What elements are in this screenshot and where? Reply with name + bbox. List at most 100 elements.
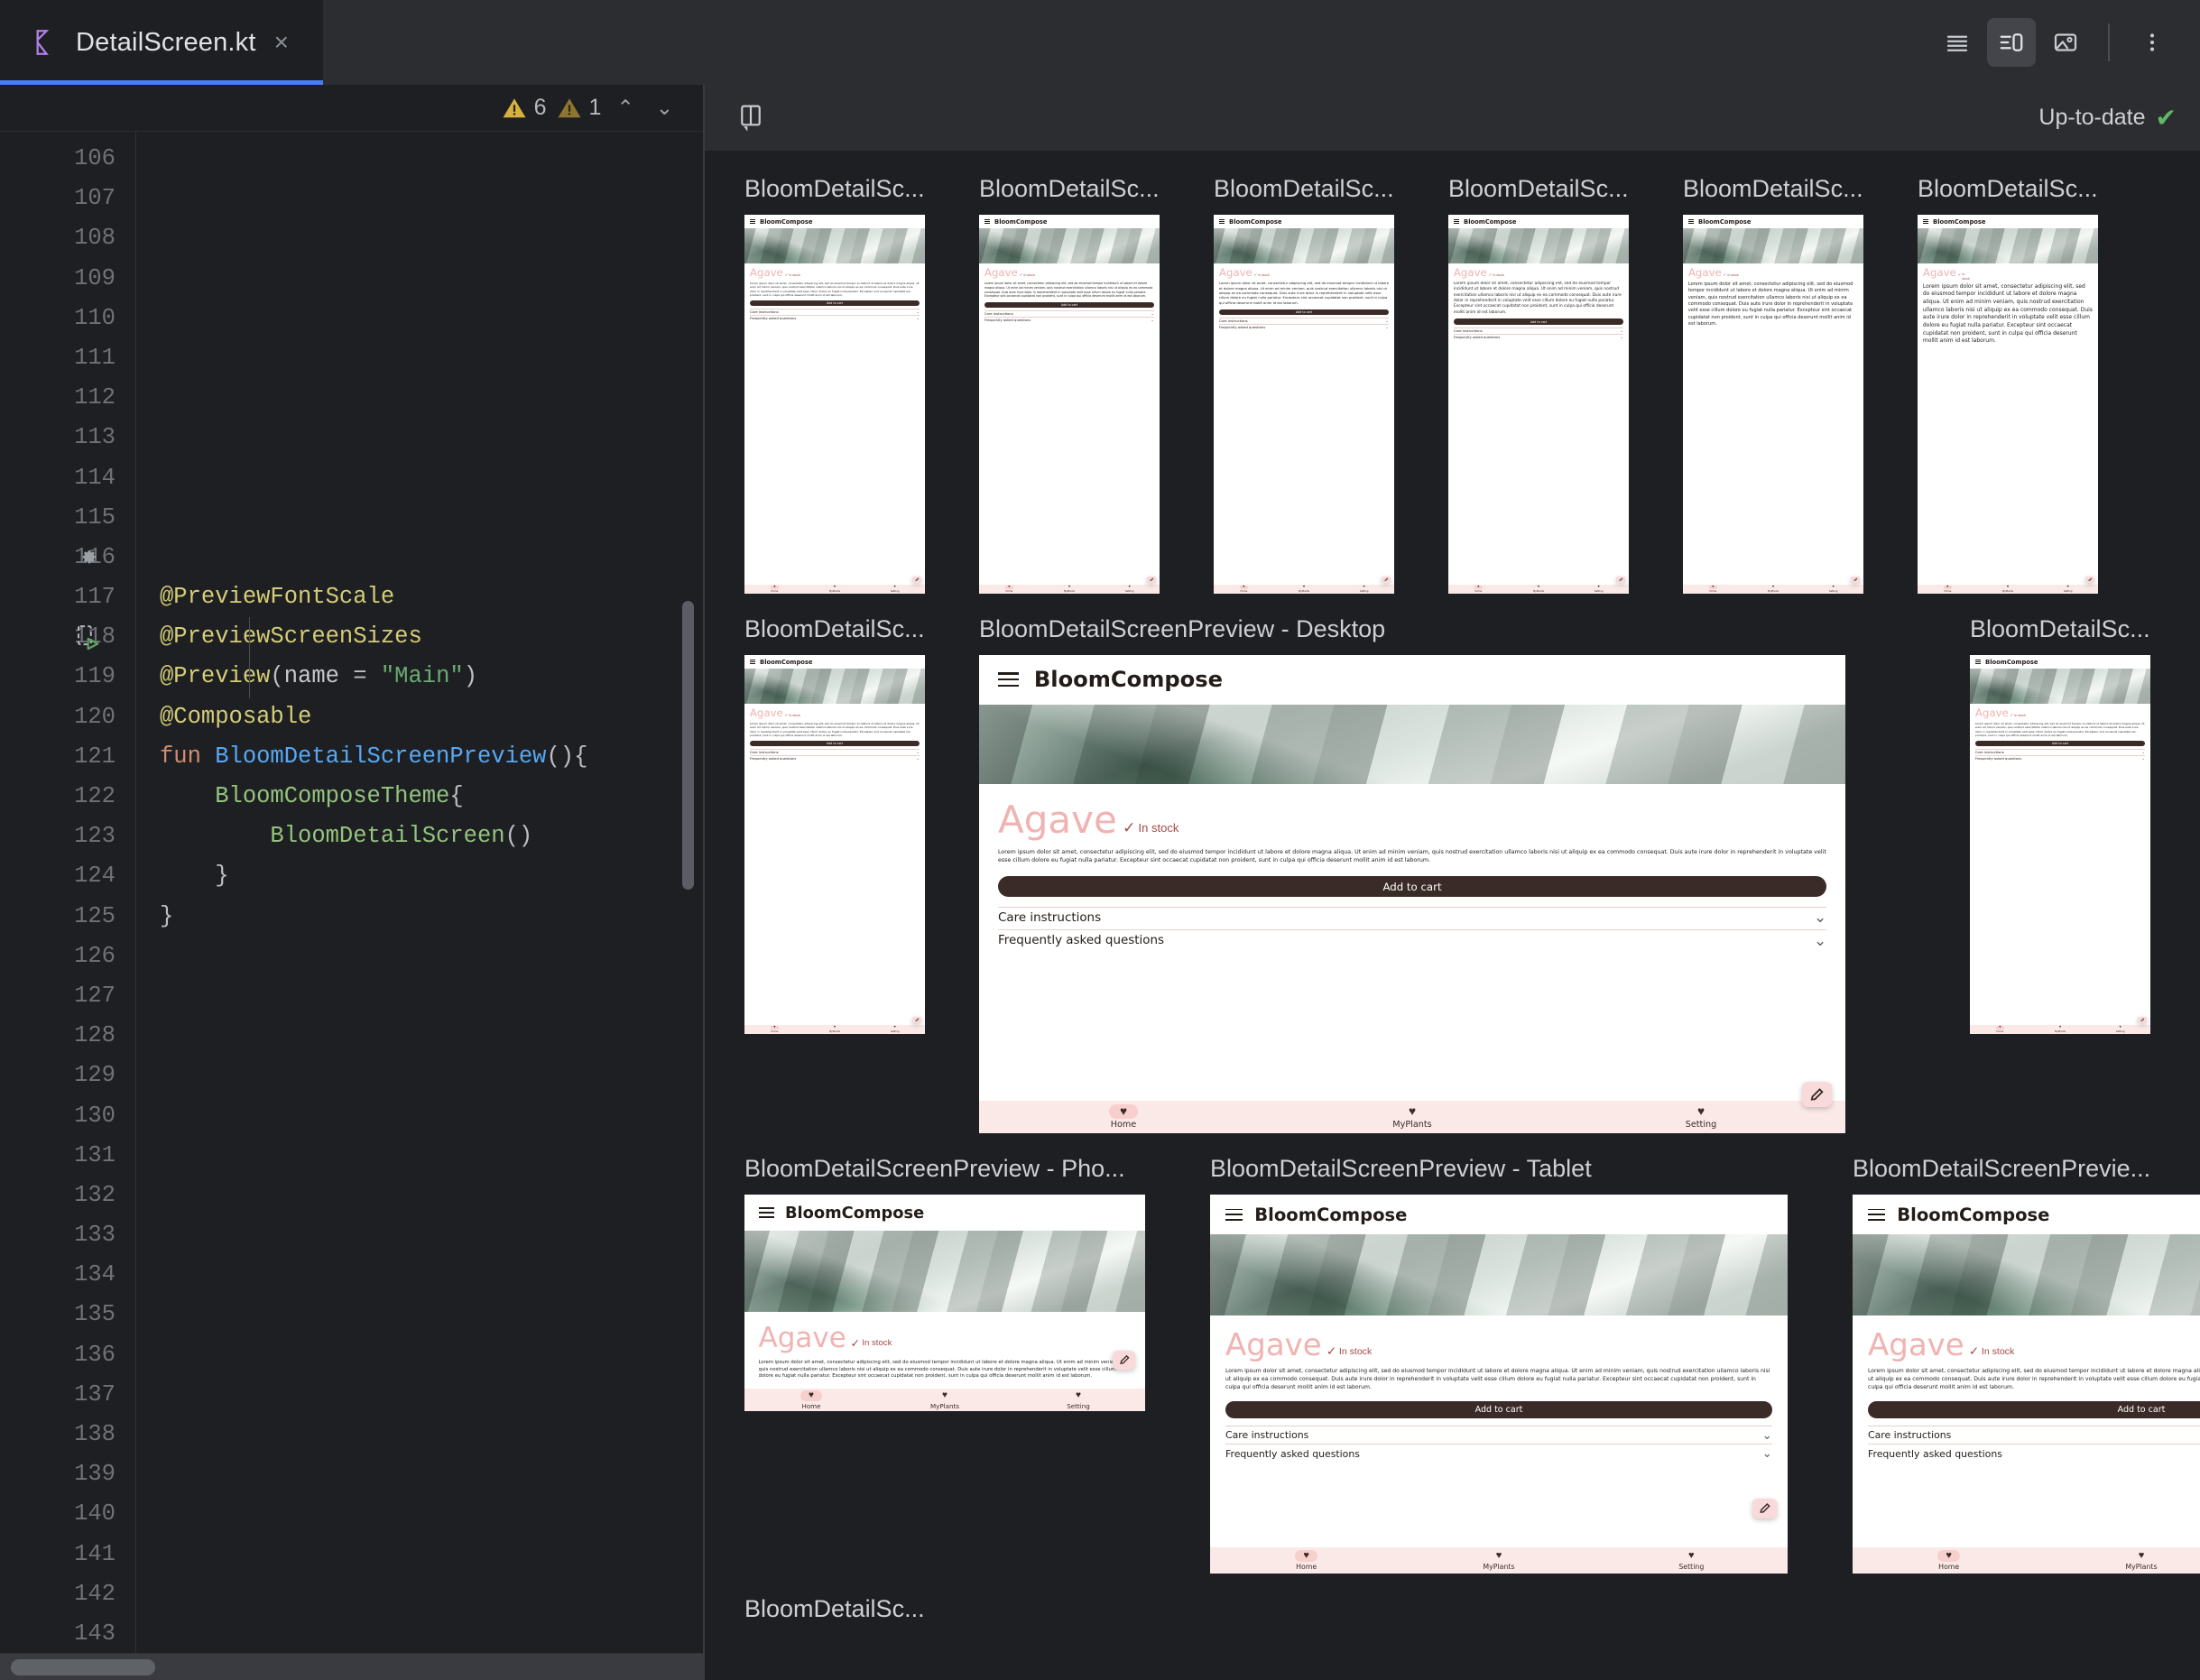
code-view-icon[interactable] [1933,18,1982,67]
nav-item-setting[interactable]: ♥ Setting [2038,585,2098,593]
nav-item-setting[interactable]: ♥ Setting [864,585,925,593]
add-to-cart-button[interactable]: Add to cart [1453,318,1624,325]
code-area[interactable]: 106 107 108 109 110 111 112 113 114 115 116 117 118 1… [0,132,703,1653]
menu-icon[interactable] [758,1206,774,1219]
accordion-row[interactable]: Care instructions ⌄ [749,309,920,315]
accordion-row[interactable]: Care instructions ⌄ [749,749,920,755]
nav-item-home[interactable]: ♥ Home [1918,585,1978,593]
nav-item-home[interactable]: ♥ Home [1448,585,1509,593]
nav-item-home[interactable]: ♥ Home [1853,1550,2045,1571]
accordion-row[interactable]: Frequently asked questions ⌄ [1225,1444,1772,1462]
code-text[interactable]: @PreviewFontScale @PreviewScreenSizes @Pre… [136,132,703,1653]
menu-icon[interactable] [1687,219,1695,225]
preview-device-frame[interactable]: BloomCompose Agave ✓ In stock Lorem ipsum do… [1214,215,1394,594]
add-to-cart-button[interactable]: Add to cart [1218,309,1390,316]
nav-item-myplants[interactable]: ♥ MyPlants [1040,585,1100,593]
code-line[interactable]: fun BloomDetailScreenPreview(){ [160,737,703,777]
chevron-down-icon[interactable]: ⌄ [1151,311,1154,315]
preview-card-title[interactable]: BloomDetailSc... [1214,175,1394,203]
preview-card-title[interactable]: BloomDetailSc... [1683,175,1863,203]
preview-device-frame[interactable]: BloomCompose Agave ✓ In stock Lorem ipsum do… [744,655,925,1034]
accordion-row[interactable]: Frequently asked questions ⌄ [998,928,1826,952]
preview-device-frame[interactable]: BloomCompose Agave ✓ In stock Lorem ipsum do… [979,655,1845,1133]
edit-fab[interactable] [2138,1016,2147,1024]
menu-icon[interactable] [1225,1207,1243,1221]
chevron-down-icon[interactable]: ⌄ [1151,318,1154,321]
chevron-down-icon[interactable]: ⌄ [1762,1447,1772,1461]
code-line[interactable] [160,1454,703,1494]
code-line[interactable]: } [160,897,703,937]
nav-item-myplants[interactable]: ♥ MyPlants [1743,585,1804,593]
edit-fab[interactable] [1851,576,1860,584]
accordion-row[interactable]: Frequently asked questions ⌄ [984,317,1155,323]
preview-device-frame[interactable]: BloomCompose Agave ✓ In stock Lorem ipsum do… [979,215,1160,594]
nav-item-myplants[interactable]: ♥ MyPlants [2030,1025,2091,1033]
nav-item-home[interactable]: ♥ Home [1683,585,1743,593]
nav-item-home[interactable]: ♥ Home [744,585,805,593]
menu-icon[interactable] [1974,660,1982,665]
code-line[interactable] [160,338,703,378]
code-line[interactable] [160,1614,703,1653]
nav-item-myplants[interactable]: ♥ MyPlants [878,1390,1012,1410]
preview-device-frame[interactable]: BloomCompose Agave ✓ In stock Lorem ipsum dol… [1918,215,2098,594]
preview-device-frame[interactable]: BloomCompose Agave ✓ In stock Lorem ipsum do… [1210,1195,1788,1574]
editor-vertical-scrollbar[interactable] [682,601,694,890]
gear-icon[interactable] [74,544,101,571]
chevron-down-icon[interactable]: ⌄ [1385,326,1389,329]
code-line[interactable] [160,378,703,418]
menu-icon[interactable] [1922,219,1929,225]
preview-device-frame[interactable]: BloomCompose Agave ✓ In stock Lorem ipsum do… [1853,1195,2200,1574]
nav-item-myplants[interactable]: ♥ MyPlants [1509,585,1569,593]
chevron-down-icon[interactable]: ⌄ [916,309,920,313]
preview-scroll-area[interactable]: BloomDetailSc... BloomCompose Agave ✓ In sto… [705,152,2200,1680]
chevron-down-icon[interactable]: ⌄ [1814,910,1826,925]
nav-item-home[interactable]: ♥ Home [979,1103,1268,1130]
code-line[interactable] [160,299,703,338]
nav-item-myplants[interactable]: ♥ MyPlants [1978,585,2038,593]
tab-detailscreen-kt[interactable]: DetailScreen.kt × [0,0,324,85]
accordion-row[interactable]: Care instructions ⌄ [1974,749,2146,755]
weak-warning-indicator[interactable]: 1 [556,95,601,122]
accordion-row[interactable]: Frequently asked questions ⌄ [1974,755,2146,762]
code-line[interactable] [160,1056,703,1095]
preview-device-frame[interactable]: BloomCompose Agave ✓ In stock Lorem ipsum do… [1683,215,1863,594]
code-line[interactable] [160,498,703,538]
preview-device-frame[interactable]: BloomCompose Agave ✓ In stock Lorem ipsum do… [1970,655,2150,1034]
add-to-cart-button[interactable]: Add to cart [1974,740,2146,747]
code-line[interactable] [160,1415,703,1454]
more-options-icon[interactable] [2128,18,2177,67]
nav-item-setting[interactable]: ♥ Setting [864,1025,925,1033]
code-line[interactable]: @Preview(name = "Main") [160,657,703,697]
add-to-cart-button[interactable]: Add to cart [749,300,920,307]
code-line[interactable] [160,1136,703,1176]
code-line[interactable] [160,1016,703,1056]
nav-item-home[interactable]: ♥ Home [744,1390,878,1410]
line-number-gutter[interactable]: 106 107 108 109 110 111 112 113 114 115 116 117 118 1… [0,132,136,1653]
chevron-down-icon[interactable]: ⌄ [1762,1428,1772,1442]
nav-item-home[interactable]: ♥ Home [744,1025,805,1033]
menu-icon[interactable] [1218,219,1225,225]
preview-card-title[interactable]: BloomDetailSc... [1970,615,2150,643]
nav-item-setting[interactable]: ♥ Setting [1557,1104,1845,1131]
code-line[interactable] [160,418,703,457]
edit-fab[interactable] [1801,1082,1833,1107]
add-to-cart-button[interactable]: Add to cart [984,301,1155,309]
preview-card-title[interactable]: BloomDetailScreenPreview - Pho... [744,1155,1145,1183]
code-line[interactable] [160,1375,703,1415]
code-line[interactable] [160,1574,703,1614]
preview-card-title[interactable]: BloomDetailSc... [744,175,925,203]
accordion-row[interactable]: Frequently asked questions ⌄ [1453,333,1624,340]
chevron-down-icon[interactable]: ⌄ [1620,328,1623,332]
code-line[interactable] [160,1295,703,1334]
accordion-row[interactable]: Care instructions ⌄ [1218,318,1390,324]
accordion-row[interactable]: Frequently asked questions ⌄ [749,755,920,762]
preview-card-title[interactable]: BloomDetailScreenPreview - Desktop [979,615,1845,643]
add-to-cart-button[interactable]: Add to cart [749,740,920,747]
menu-icon[interactable] [749,219,756,225]
code-line[interactable] [160,937,703,976]
chevron-down-icon[interactable]: ⌄ [2141,750,2145,753]
nav-item-home[interactable]: ♥ Home [1970,1025,2030,1033]
code-line[interactable] [160,1255,703,1295]
split-view-icon[interactable] [1987,18,2036,67]
scrollbar-thumb[interactable] [11,1659,155,1675]
